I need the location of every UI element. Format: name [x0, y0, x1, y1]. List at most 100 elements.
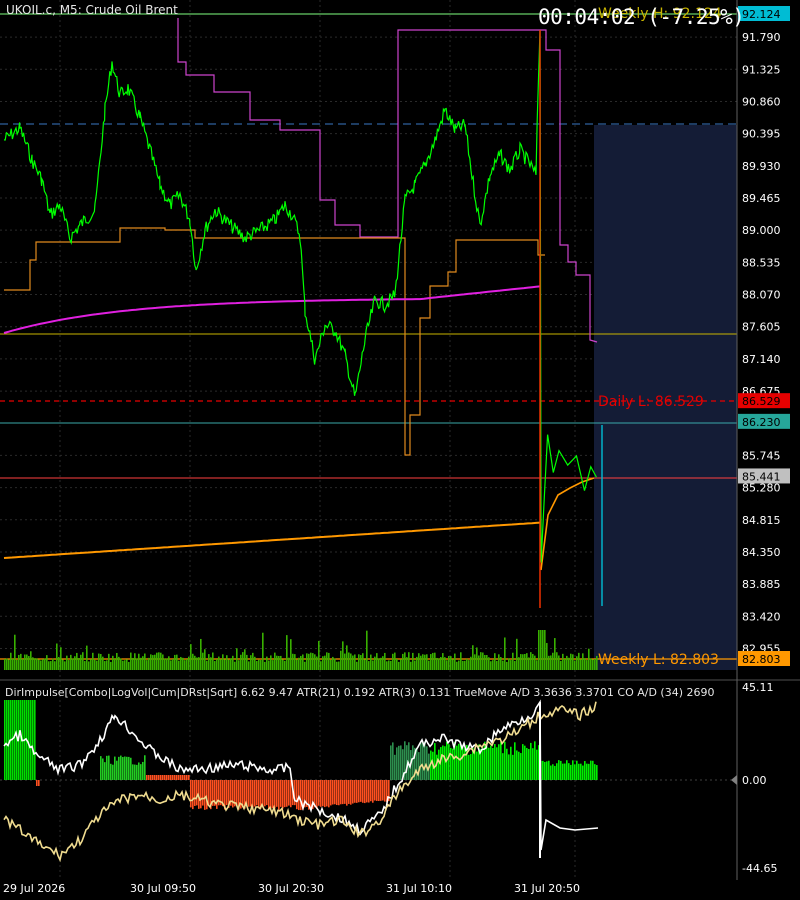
volume-bar: [44, 658, 46, 670]
histogram-bar: [504, 741, 506, 780]
price-tick-label: 87.140: [742, 353, 781, 366]
volume-bar: [510, 660, 512, 670]
volume-bar: [174, 654, 176, 670]
volume-bar: [56, 643, 58, 670]
histogram-bar: [284, 780, 286, 808]
volume-bar: [306, 653, 308, 670]
histogram-bar: [514, 742, 516, 780]
magenta-moving-average: [3, 285, 541, 334]
volume-bar: [390, 660, 392, 670]
volume-bar: [136, 658, 138, 670]
volume-bar: [208, 654, 210, 670]
volume-bar: [508, 658, 510, 670]
price-tick-label: 84.815: [742, 514, 781, 527]
volume-bar: [46, 655, 48, 670]
volume-bar: [298, 657, 300, 670]
volume-bar: [202, 652, 204, 670]
histogram-bar: [252, 780, 254, 808]
histogram-bar: [324, 780, 326, 808]
histogram-bar: [38, 780, 40, 786]
volume-bar: [66, 655, 68, 670]
volume-bar: [172, 659, 174, 670]
volume-bar: [254, 656, 256, 670]
volume-bar: [92, 652, 94, 670]
histogram-bar: [202, 780, 204, 806]
histogram-bar: [556, 763, 558, 780]
volume-bar: [568, 657, 570, 670]
indicator-tick-label: 45.11: [742, 681, 774, 694]
volume-bar: [126, 659, 128, 670]
volume-bar: [476, 647, 478, 670]
volume-bar: [564, 658, 566, 670]
histogram-bar: [6, 700, 8, 780]
histogram-bar: [120, 755, 122, 780]
volume-bar: [520, 654, 522, 670]
price-tag-label: 86.529: [742, 395, 781, 408]
volume-bar: [236, 648, 238, 670]
volume-bar: [60, 647, 62, 670]
histogram-bar: [494, 743, 496, 780]
histogram-bar: [136, 764, 138, 780]
histogram-bar: [554, 765, 556, 780]
volume-bar: [34, 658, 36, 670]
volume-bar: [302, 654, 304, 670]
volume-bar: [100, 653, 102, 670]
histogram-bar: [330, 780, 332, 806]
volume-bar: [206, 660, 208, 670]
volume-bar: [584, 658, 586, 670]
volume-bar: [108, 653, 110, 670]
volume-bar: [530, 652, 532, 670]
volume-bar: [168, 656, 170, 670]
volume-bar: [102, 656, 104, 670]
volume-bar: [274, 652, 276, 670]
histogram-bar: [166, 775, 168, 780]
volume-bar: [266, 656, 268, 670]
volume-bar: [382, 656, 384, 670]
histogram-bar: [578, 763, 580, 780]
volume-bar: [588, 648, 590, 670]
volume-bar: [134, 653, 136, 670]
volume-bar: [176, 654, 178, 670]
price-tick-label: 91.790: [742, 31, 781, 44]
volume-bar: [248, 661, 250, 670]
histogram-bar: [566, 760, 568, 780]
volume-bar: [256, 660, 258, 670]
volume-bar: [148, 657, 150, 670]
histogram-bar: [28, 700, 30, 780]
histogram-bar: [506, 748, 508, 780]
histogram-bar: [354, 780, 356, 803]
volume-bar: [96, 660, 98, 670]
time-label: 31 Jul 10:10: [386, 882, 452, 895]
histogram-bar: [420, 742, 422, 780]
volume-bar: [194, 655, 196, 670]
volume-bar: [360, 655, 362, 670]
volume-bar: [204, 649, 206, 670]
histogram-bar: [278, 780, 280, 810]
volume-bar: [38, 659, 40, 670]
volume-bar: [80, 654, 82, 670]
volume-bar: [42, 659, 44, 670]
volume-bar: [122, 660, 124, 670]
volume-bar: [230, 658, 232, 670]
histogram-bar: [526, 747, 528, 780]
price-tick-label: 89.930: [742, 160, 781, 173]
chart-canvas[interactable]: 91.790 91.325 90.860 90.395 89.930 89.465 89.0…: [0, 0, 800, 900]
histogram-bar: [584, 761, 586, 780]
histogram-bar: [574, 764, 576, 780]
volume-bar: [164, 658, 166, 670]
histogram-bar: [512, 754, 514, 780]
histogram-bar: [376, 780, 378, 801]
time-label: 30 Jul 09:50: [130, 882, 196, 895]
histogram-bar: [130, 757, 132, 780]
histogram-bar: [180, 775, 182, 780]
volume-bar: [352, 655, 354, 670]
volume-bar: [552, 652, 554, 670]
histogram-bar: [114, 756, 116, 780]
histogram-bar: [398, 745, 400, 780]
price-tick-label: 83.885: [742, 578, 781, 591]
price-tick-label: 90.860: [742, 95, 781, 108]
volume-bar: [370, 654, 372, 670]
histogram-bar: [266, 780, 268, 806]
volume-bar: [342, 641, 344, 670]
volume-bar: [488, 657, 490, 670]
